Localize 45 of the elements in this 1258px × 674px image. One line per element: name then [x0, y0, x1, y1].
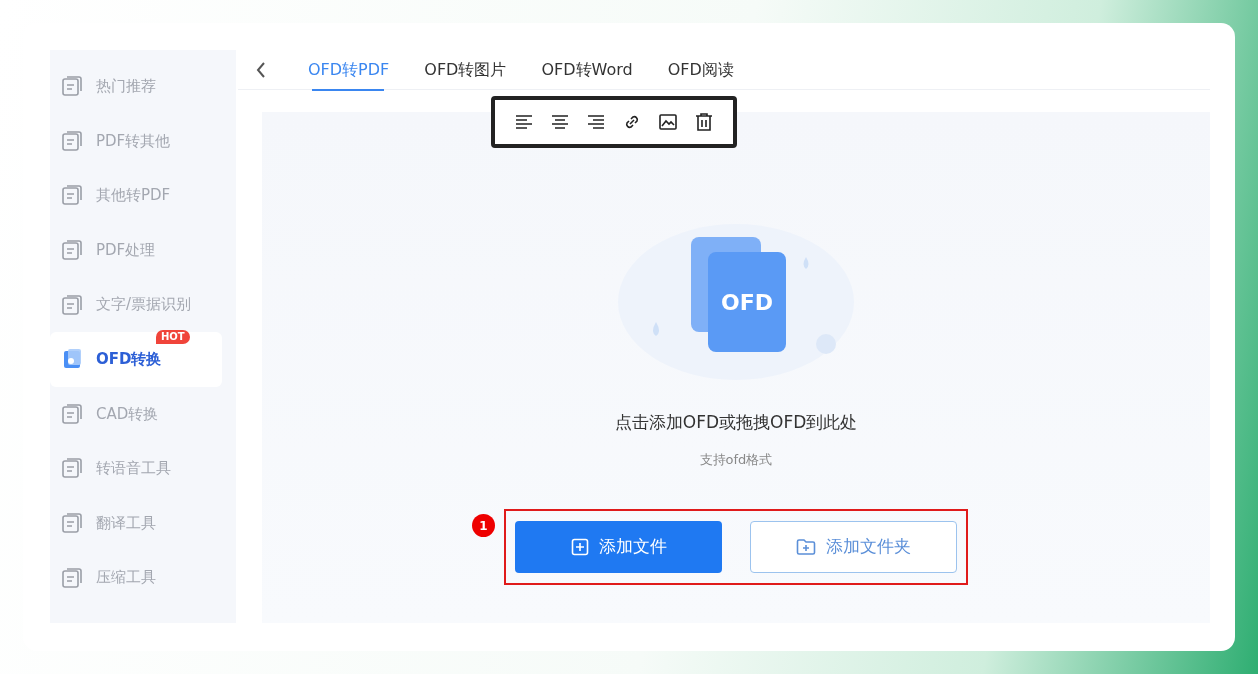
document-icon — [60, 456, 84, 481]
sidebar-label: 热门推荐 — [96, 76, 156, 98]
sidebar-label: 翻译工具 — [96, 512, 156, 534]
step-marker: 1 — [472, 514, 495, 537]
sidebar-item[interactable]: 压缩工具 — [50, 550, 222, 605]
tab[interactable]: OFD转PDF — [290, 49, 407, 90]
sidebar-item[interactable]: CAD转换 — [50, 386, 222, 442]
document-icon — [60, 238, 84, 263]
sidebar-item[interactable]: 文字/票据识别 — [50, 277, 222, 332]
document-icon — [60, 565, 84, 590]
sidebar-label: OFD转换 — [96, 349, 162, 370]
add-folder-button[interactable]: 添加文件夹 — [750, 521, 957, 573]
plus-square-icon — [570, 538, 589, 556]
sidebar-item[interactable]: HOT OFD转换 — [50, 331, 222, 387]
sidebar-item[interactable]: 其他转PDF — [50, 168, 222, 223]
folder-plus-icon — [796, 538, 816, 556]
document-icon — [60, 74, 84, 99]
sidebar-item[interactable]: 转语音工具 — [50, 441, 222, 496]
tab[interactable]: OFD转Word — [523, 49, 650, 90]
sidebar-item[interactable]: PDF处理 — [50, 222, 222, 278]
trash-icon[interactable] — [693, 111, 715, 133]
tab[interactable]: OFD阅读 — [649, 49, 751, 90]
upload-area[interactable]: OFD 点击添加OFD或拖拽OFD到此处 支持ofd格式 1 添加文件 添加文件夹 — [262, 112, 1210, 623]
document-icon — [60, 128, 84, 153]
sidebar-label: 转语音工具 — [96, 458, 171, 480]
add-file-button[interactable]: 添加文件 — [515, 521, 722, 573]
sidebar-label: 压缩工具 — [96, 567, 156, 589]
sidebar-label: 文字/票据识别 — [96, 294, 192, 316]
format-hint: 支持ofd格式 — [699, 450, 773, 469]
sidebar-item[interactable]: 热门推荐 — [50, 59, 222, 114]
document-icon — [60, 401, 84, 426]
sidebar-item[interactable]: 翻译工具 — [50, 495, 222, 551]
document-label: OFD — [720, 289, 774, 317]
sidebar-label: PDF处理 — [96, 239, 156, 261]
tab[interactable]: OFD转图片 — [406, 49, 524, 90]
sidebar-label: 其他转PDF — [96, 185, 171, 207]
hot-badge: HOT — [156, 329, 190, 344]
document-icon — [60, 292, 84, 317]
sidebar-label: PDF转其他 — [96, 130, 171, 152]
document-icon — [60, 511, 84, 536]
image-icon[interactable] — [657, 111, 679, 133]
document-icon — [60, 183, 84, 208]
sidebar-label: CAD转换 — [96, 403, 159, 425]
sidebar-item[interactable]: PDF转其他 — [50, 113, 222, 169]
upload-instruction: 点击添加OFD或拖拽OFD到此处 — [614, 411, 858, 434]
